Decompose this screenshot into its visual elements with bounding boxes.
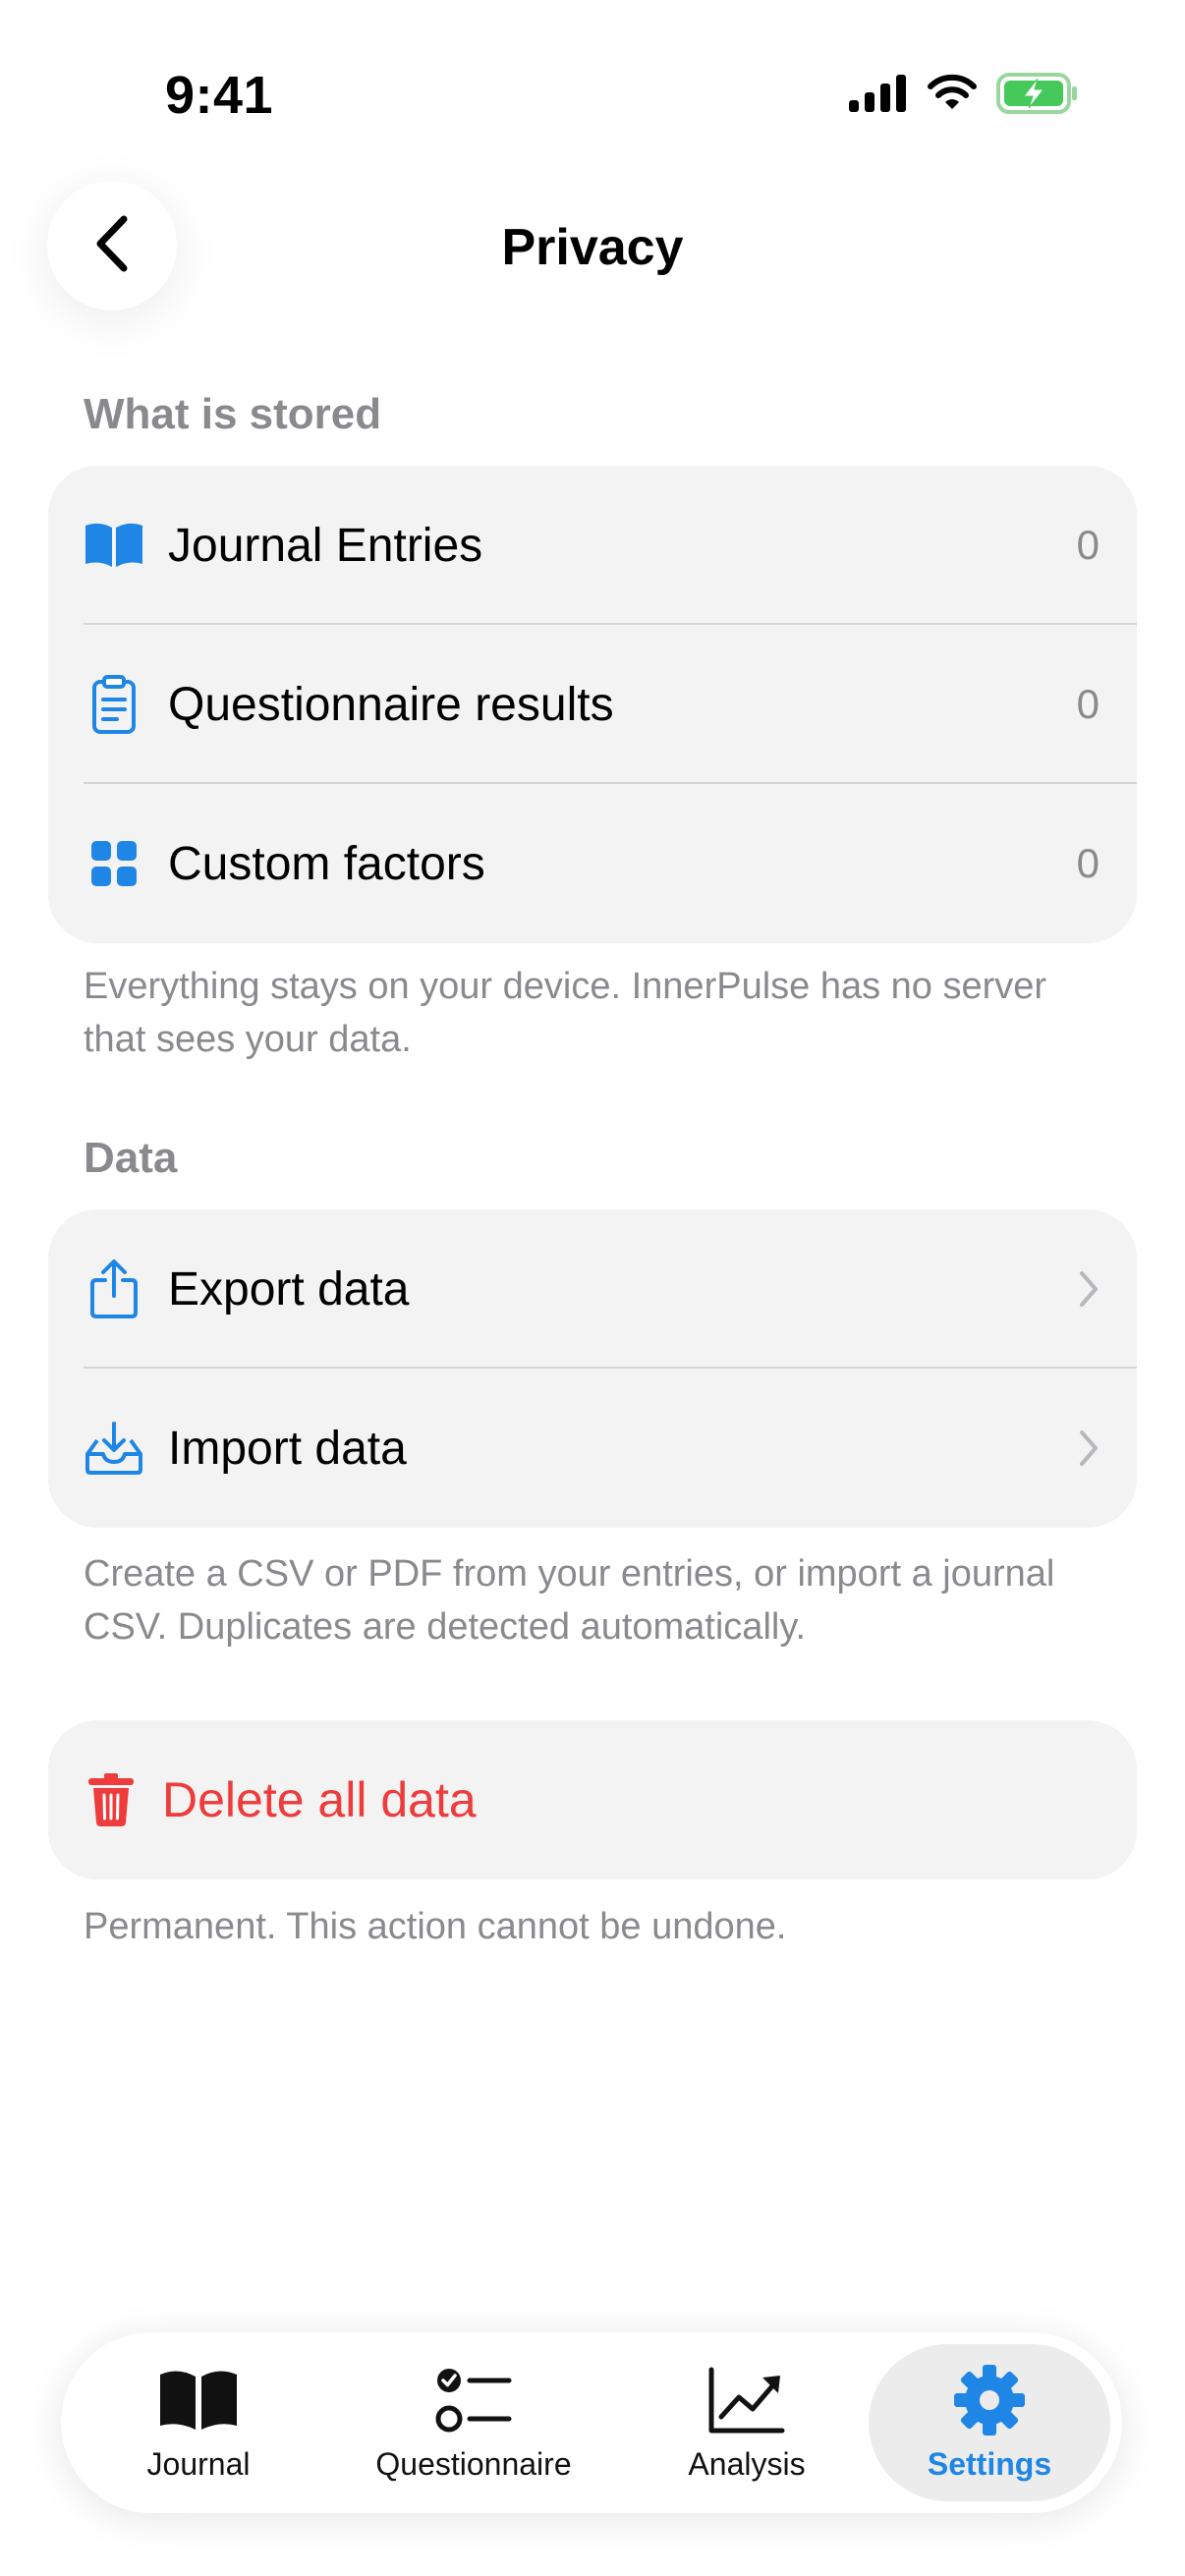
book-icon — [84, 515, 144, 576]
tab-questionnaire-label: Questionnaire — [375, 2445, 572, 2482]
section-label-data: Data — [84, 1134, 178, 1182]
stored-count-journal-entries: 0 — [1076, 522, 1100, 568]
stored-label-custom-factors: Custom factors — [168, 837, 485, 890]
status-bar: 9:41 — [0, 0, 1185, 177]
trash-icon — [85, 1769, 137, 1830]
tab-settings[interactable]: Settings — [869, 2344, 1110, 2501]
import-data-row[interactable]: Import data — [48, 1369, 1137, 1528]
status-time: 9:41 — [165, 66, 274, 125]
book-icon — [157, 2364, 240, 2436]
stored-row-questionnaire-results: Questionnaire results 0 — [48, 625, 1137, 784]
delete-footnote: Permanent. This action cannot be undone. — [84, 1906, 787, 1947]
stored-count-questionnaire-results: 0 — [1076, 681, 1100, 727]
clipboard-icon — [84, 674, 144, 735]
stored-label-questionnaire-results: Questionnaire results — [168, 678, 614, 731]
section-label-stored: What is stored — [84, 390, 382, 438]
chevron-right-icon — [1078, 1269, 1100, 1309]
tab-journal-label: Journal — [146, 2445, 251, 2482]
tab-bar: Journal Questionnaire Analysis Settings — [61, 2332, 1122, 2513]
data-card: Export data Import data — [48, 1209, 1137, 1528]
status-icons — [849, 73, 1079, 119]
tray-download-icon — [84, 1418, 144, 1479]
data-footnote: Create a CSV or PDF from your entries, o… — [84, 1553, 1055, 1648]
battery-charging-icon — [996, 73, 1079, 119]
chart-up-icon — [707, 2364, 786, 2436]
grid-icon — [84, 833, 144, 894]
delete-card: Delete all data — [48, 1720, 1137, 1879]
import-data-label: Import data — [168, 1422, 407, 1475]
page-title: Privacy — [501, 219, 684, 276]
cellular-signal-icon — [849, 75, 908, 117]
stored-card: Journal Entries 0 Questionnaire results … — [48, 466, 1137, 943]
gear-icon — [953, 2364, 1026, 2436]
tab-settings-label: Settings — [927, 2445, 1052, 2482]
stored-count-custom-factors: 0 — [1076, 840, 1100, 886]
stored-row-journal-entries: Journal Entries 0 — [48, 466, 1137, 625]
export-data-row[interactable]: Export data — [48, 1209, 1137, 1369]
tab-journal[interactable]: Journal — [106, 2344, 291, 2501]
checklist-icon — [434, 2364, 513, 2436]
delete-all-data-label: Delete all data — [162, 1772, 477, 1827]
delete-all-data-button[interactable]: Delete all data — [48, 1720, 1137, 1879]
tab-analysis[interactable]: Analysis — [654, 2344, 839, 2501]
tab-analysis-label: Analysis — [688, 2445, 806, 2482]
stored-label-journal-entries: Journal Entries — [168, 519, 483, 572]
wifi-icon — [926, 74, 979, 118]
tab-questionnaire[interactable]: Questionnaire — [356, 2344, 592, 2501]
share-icon — [84, 1259, 144, 1319]
stored-footnote: Everything stays on your device. InnerPu… — [84, 966, 1047, 1060]
stored-row-custom-factors: Custom factors 0 — [48, 784, 1137, 943]
chevron-right-icon — [1078, 1428, 1100, 1468]
export-data-label: Export data — [168, 1262, 410, 1316]
